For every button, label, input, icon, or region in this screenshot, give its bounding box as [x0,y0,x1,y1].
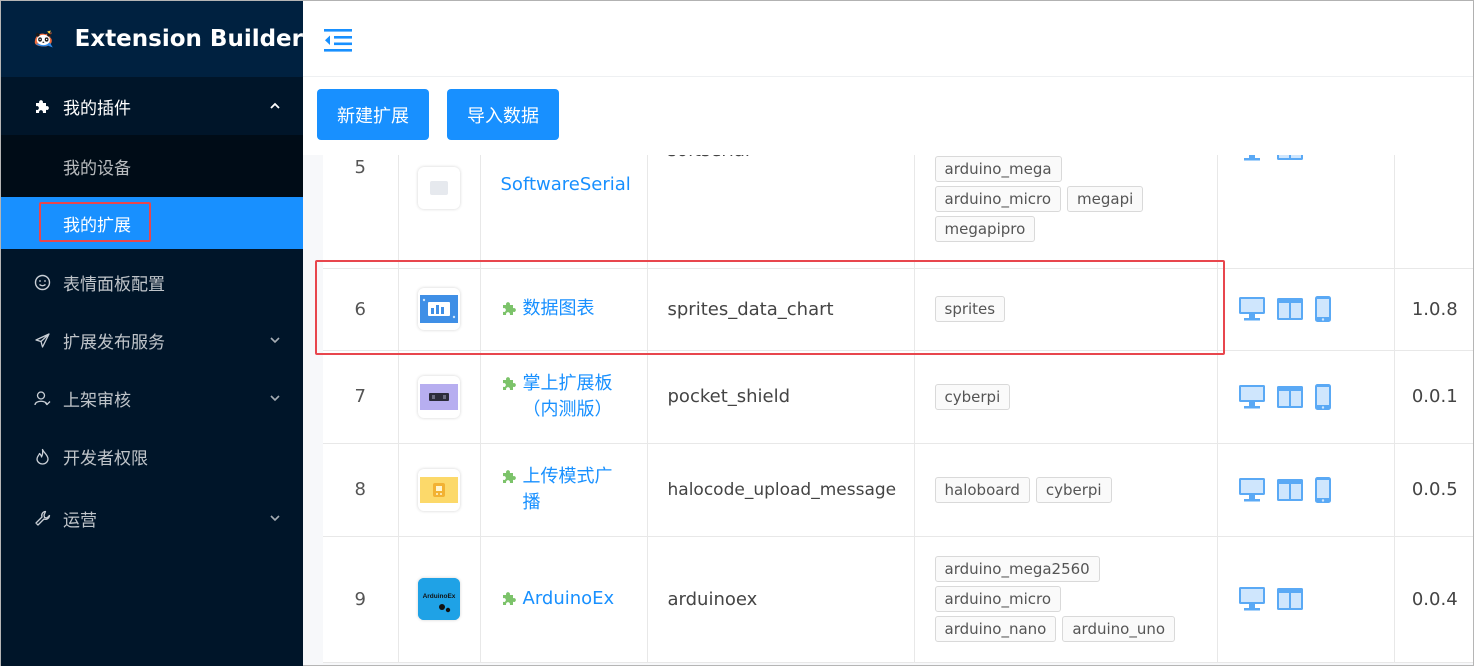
new-extension-button[interactable]: 新建扩展 [317,89,429,140]
fire-icon [33,447,51,465]
puzzle-icon [502,470,516,484]
sidebar-item-my-devices[interactable]: 我的设备 [1,135,303,197]
extension-version: 0.0.4 [1394,536,1473,663]
main-content: 新建扩展 导入数据 5 SoftwareSerial softserial [303,77,1473,665]
table-row[interactable]: 7 掌上扩展板（内测版） pocket_shield cyberpi 0.0.1 [323,350,1473,444]
smile-icon [33,273,51,291]
desktop-icon [1238,587,1265,611]
menu-emoji-panel-config[interactable]: 表情面板配置 [1,253,303,311]
row-index: 6 [323,268,399,351]
tag: cyberpi [934,383,1011,410]
extension-thumbnail [418,375,460,418]
tag: megapipro [934,215,1036,242]
extension-id: pocket_shield [647,350,915,444]
brand-title: Extension Builder [74,26,303,52]
table-row[interactable]: 6 数据图表 sprites_data_chart sprites 1.0.8 [323,268,1473,351]
brand[interactable]: Extension Builder [1,1,303,77]
chevron-down-icon [270,337,280,344]
sidebar-item-my-extensions[interactable]: 我的扩展 [1,197,303,249]
row-index: 8 [323,443,399,537]
menu-my-plugins[interactable]: 我的插件 [1,77,303,135]
web-window-icon [1276,298,1303,320]
submenu-my-plugins: 我的设备 我的扩展 [1,135,303,249]
tag: arduino_mega [934,155,1062,182]
sub-item-label: 我的扩展 [63,215,131,236]
menu-operations[interactable]: 运营 [1,489,303,547]
mobile-icon [1314,296,1331,322]
extension-version: 1.0.8 [1394,268,1473,351]
data-chart-icon [420,295,458,323]
web-window-icon [1276,588,1303,610]
tag: cyberpi [1035,476,1112,503]
panda-logo-icon [34,30,53,48]
extension-thumbnail [418,468,460,511]
extension-name-link[interactable]: 掌上扩展板（内测版） [523,371,627,421]
desktop-icon [1238,384,1265,408]
menu-label: 我的插件 [63,98,131,119]
chevron-up-icon [270,102,280,109]
web-window-icon [1276,478,1303,501]
arduinoex-icon: ArduinoEx [418,578,460,620]
sub-item-label: 我的设备 [63,158,131,179]
menu-fold-icon[interactable] [323,27,353,53]
desktop-icon [1238,477,1265,501]
tag: arduino_mega2560 [934,556,1100,582]
pocket-shield-icon [420,383,458,410]
menu-label: 表情面板配置 [63,274,165,295]
serial-icon [430,180,448,195]
extension-thumbnail: ArduinoEx [418,578,460,620]
extension-version: 0.0.5 [1394,443,1473,537]
top-header [303,1,1473,77]
row-index: 7 [323,350,399,444]
extension-name-link[interactable]: ArduinoEx [523,586,615,611]
extension-id: arduinoex [647,536,915,663]
tag: arduino_nano [934,616,1057,642]
menu-label: 上架审核 [63,390,131,411]
extension-version: 0.0.1 [1394,350,1473,444]
tag: arduino_micro [934,586,1062,612]
menu-publish-service[interactable]: 扩展发布服务 [1,311,303,369]
tag: haloboard [934,476,1030,503]
chevron-down-icon [270,515,280,522]
tag: arduino_micro [934,185,1062,212]
menu-label: 开发者权限 [63,448,148,469]
tag: arduino_uno [1062,616,1176,642]
table-row[interactable]: 8 上传模式广播 halocode_upload_message haloboa… [323,443,1473,537]
puzzle-icon [33,97,51,115]
chevron-down-icon [270,395,280,402]
sidebar: Extension Builder 我的插件 我的设备 我的扩展 表情面板配置 … [1,1,303,666]
puzzle-icon [502,377,516,391]
desktop-icon [1238,297,1265,321]
extension-name-link[interactable]: 数据图表 [523,296,595,321]
extension-thumbnail [418,166,460,209]
menu-label: 运营 [63,510,97,531]
upload-broadcast-icon [420,476,458,503]
tag: megapi [1067,185,1144,212]
row-index: 9 [323,536,399,663]
tag: sprites [934,296,1006,322]
puzzle-icon [502,302,516,316]
mobile-icon [1314,383,1331,410]
icon-text: ArduinoEx [423,593,456,600]
puzzle-icon [502,592,516,606]
extension-id: halocode_upload_message [647,443,915,537]
extension-name-link[interactable]: 上传模式广播 [523,464,627,514]
extensions-table: 5 SoftwareSerial softserial arduino_leon… [323,77,1473,663]
table-row[interactable]: 9 ArduinoEx ArduinoEx arduinoex arduino_… [323,536,1473,663]
extension-id: sprites_data_chart [647,268,915,351]
web-window-icon [1276,385,1303,408]
extension-name-link[interactable]: SoftwareSerial [501,172,631,197]
menu-developer-permissions[interactable]: 开发者权限 [1,427,303,485]
menu-label: 扩展发布服务 [63,332,165,353]
send-icon [33,331,51,349]
wrench-icon [33,509,51,527]
toolbar: 新建扩展 导入数据 [317,89,559,140]
menu-review[interactable]: 上架审核 [1,369,303,427]
extension-thumbnail [418,288,460,330]
mobile-icon [1314,476,1331,503]
user-check-icon [33,389,51,407]
import-data-button[interactable]: 导入数据 [447,89,559,140]
